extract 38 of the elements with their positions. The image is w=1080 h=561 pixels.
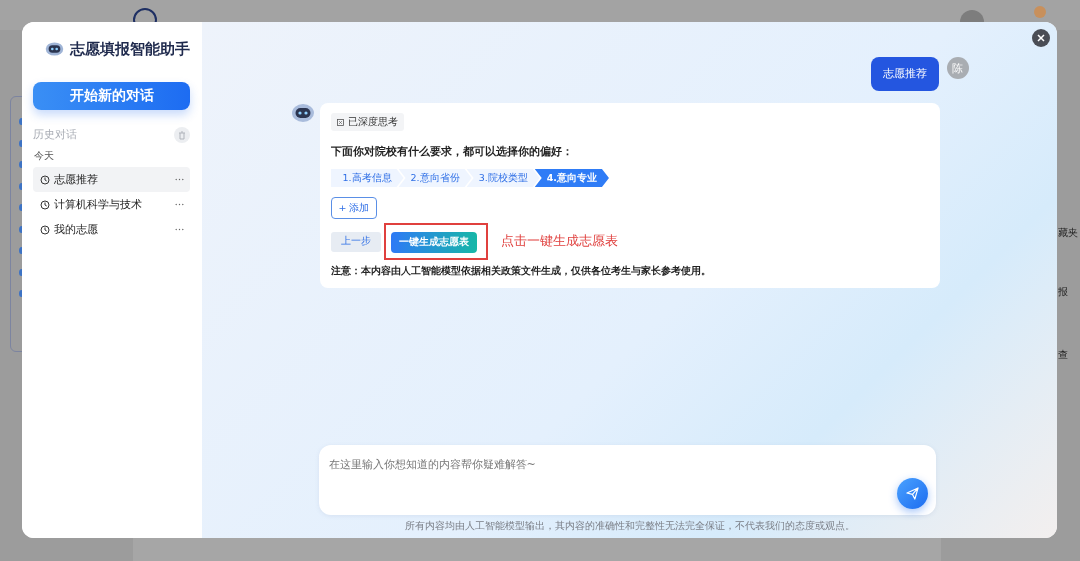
history-item[interactable]: 志愿推荐 (33, 167, 190, 192)
page-text: 藏夹 (1058, 226, 1078, 240)
clock-icon (40, 224, 50, 235)
annotation-text: 点击一键生成志愿表 (500, 233, 618, 250)
disclaimer-text: 所有内容均由人工智能模型输出，其内容的准确性和完整性无法完全保证，不代表我们的态度或观点。 (403, 519, 856, 533)
page-text: 报 (1058, 285, 1068, 299)
send-button[interactable] (896, 478, 928, 509)
trash-icon (178, 130, 186, 140)
step-tab[interactable]: 3.院校类型 (466, 169, 540, 187)
notice-text: 注意：本内容由人工智能模型依据相关政策文件生成，仅供各位考生与家长参考使用。 (330, 265, 711, 278)
assistant-title: 志愿填报智能助手 (70, 39, 190, 59)
user-avatar: 陈 (946, 57, 969, 79)
history-item[interactable]: 计算机科学与技术 (33, 192, 190, 217)
more-icon[interactable] (175, 228, 184, 231)
generate-button[interactable]: 一键生成志愿表 (390, 232, 477, 253)
step-tab[interactable]: 2.意向省份 (398, 169, 472, 187)
send-icon (905, 487, 919, 500)
close-icon (1037, 34, 1045, 42)
more-icon[interactable] (175, 203, 184, 206)
message-input[interactable]: 在这里输入你想知道的内容帮你疑难解答~ (318, 445, 936, 515)
history-label: 历史对话 (33, 128, 77, 142)
prompt-text: 下面你对院校有什么要求，都可以选择你的偏好： (330, 145, 573, 159)
step-tab[interactable]: 1.高考信息 (330, 169, 404, 187)
back-button[interactable]: 上一步 (330, 231, 381, 252)
step-tab[interactable]: 4.意向专业 (534, 169, 609, 187)
robot-icon (290, 101, 315, 123)
clock-icon (40, 174, 50, 185)
brain-icon (336, 118, 344, 126)
page-text: 查 (1058, 348, 1068, 362)
robot-icon (45, 39, 64, 59)
date-group-label: 今天 (33, 149, 55, 163)
add-button[interactable]: + 添加 (330, 197, 378, 219)
clock-icon (40, 199, 50, 210)
more-icon[interactable] (175, 178, 184, 181)
thinking-badge[interactable]: 已深度思考 (330, 113, 404, 131)
history-item[interactable]: 我的志愿 (33, 217, 190, 242)
new-chat-button[interactable]: 开始新的对话 (33, 82, 190, 110)
user-message: 志愿推荐 (870, 57, 939, 91)
